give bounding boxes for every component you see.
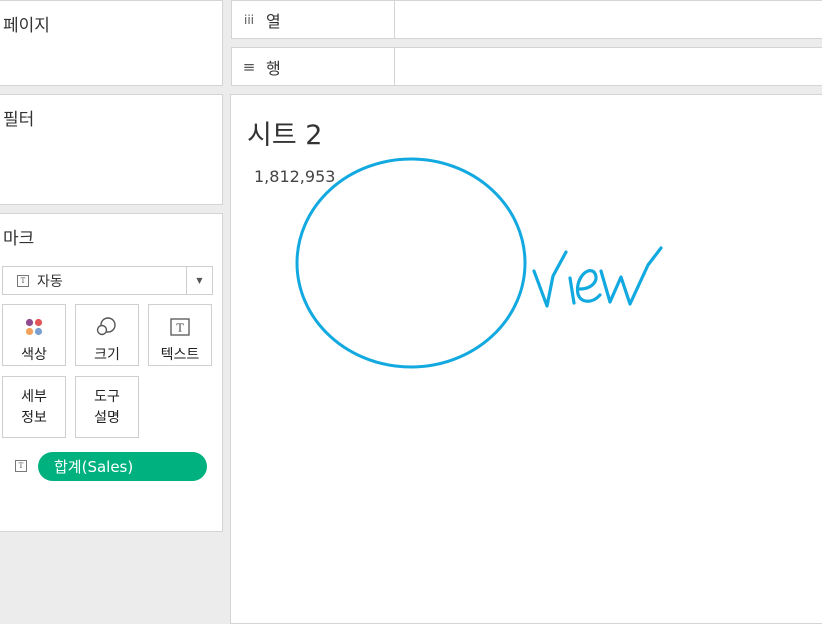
pages-card[interactable]: 페이지 [0,0,223,86]
text-label: 텍스트 [160,347,200,363]
chevron-down-icon[interactable]: ▼ [186,267,212,294]
size-circles-icon [95,314,119,340]
color-button[interactable]: 색상 [2,304,66,366]
marks-title: 마크 [3,229,35,249]
rows-shelf-label: ≡ 행 [232,48,395,85]
detail-label: 세부 정보 [21,389,47,426]
sheet-title: 시트 2 [247,120,323,151]
marks-card: 마크 [0,213,223,532]
filters-card[interactable]: 필터 [0,94,223,205]
mark-type-dropdown[interactable]: T 자동 ▼ [2,266,213,295]
color-dots-icon [24,314,44,340]
filters-title: 필터 [3,110,35,130]
mark-type-label: 자동 [37,273,63,290]
pill-label: 합계(Sales) [54,458,134,476]
sales-value-label: 1,812,953 [254,167,336,186]
sheet-view[interactable]: 시트 2 1,812,953 [230,94,822,624]
size-button[interactable]: 크기 [75,304,139,366]
pages-title: 페이지 [3,16,50,36]
rows-icon: ≡ [242,57,256,76]
text-button[interactable]: T 텍스트 [148,304,212,366]
text-mark-icon: T [17,274,29,287]
columns-icon: iii [243,12,254,27]
text-t-icon: T [170,314,190,340]
rows-label: 행 [266,58,281,78]
columns-shelf[interactable]: iii 열 [231,0,822,39]
sales-sum-pill[interactable]: 합계(Sales) [38,452,207,481]
detail-button[interactable]: 세부 정보 [2,376,66,438]
rows-shelf[interactable]: ≡ 행 [231,47,822,86]
size-label: 크기 [94,347,120,363]
svg-text:T: T [176,322,184,335]
columns-shelf-label: iii 열 [232,1,395,38]
columns-label: 열 [266,11,281,31]
pill-text-icon: T [15,460,27,472]
tooltip-label: 도구 설명 [94,389,120,426]
tooltip-button[interactable]: 도구 설명 [75,376,139,438]
color-label: 색상 [21,347,47,363]
